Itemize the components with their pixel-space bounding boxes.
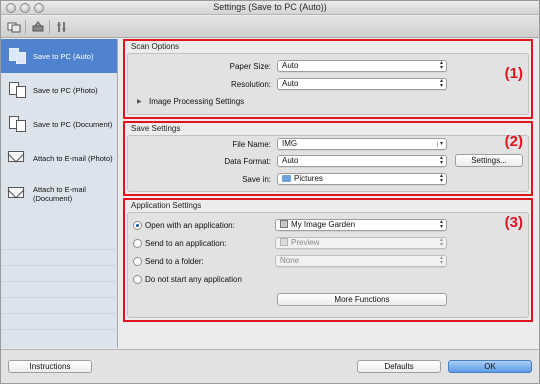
chevron-updown-icon: ▴ ▾ xyxy=(439,78,443,89)
sidebar-item-save-to-pc-auto[interactable]: Save to PC (Auto) xyxy=(1,39,117,73)
divider xyxy=(1,313,117,314)
save-in-label: Save in: xyxy=(242,175,271,184)
toolbar-separator xyxy=(49,20,50,34)
sidebar: Save to PC (Auto) Save to PC (Photo) Sav… xyxy=(1,39,118,348)
send-to-application-radio[interactable] xyxy=(133,239,142,248)
image-processing-settings-toggle[interactable]: Image Processing Settings xyxy=(149,97,244,106)
settings-window: Settings (Save to PC (Auto)) Save to PC … xyxy=(0,0,540,384)
sidebar-item-label: Save to PC (Document) xyxy=(33,119,113,129)
email-icon xyxy=(7,149,27,167)
divider xyxy=(1,281,117,282)
sidebar-item-label: Attach to E-mail (Document) xyxy=(33,185,86,203)
sidebar-item-save-to-pc-document[interactable]: Save to PC (Document) xyxy=(1,107,117,141)
save-pc-icon xyxy=(7,47,27,65)
email-icon xyxy=(7,185,27,203)
open-with-application-label[interactable]: Open with an application: xyxy=(145,221,235,230)
ok-button[interactable]: OK xyxy=(448,360,532,373)
instructions-button[interactable]: Instructions xyxy=(8,360,92,373)
section-title: Save Settings xyxy=(131,124,181,133)
save-pc-icon xyxy=(7,115,27,133)
sidebar-item-save-to-pc-photo[interactable]: Save to PC (Photo) xyxy=(1,73,117,107)
chevron-updown-icon: ▴ ▾ xyxy=(439,237,443,248)
send-to-application-select: Preview ▴ ▾ xyxy=(275,237,447,249)
disclosure-triangle-icon[interactable]: ▶ xyxy=(137,98,142,105)
preview-icon xyxy=(280,238,288,246)
application-settings-section: Application Settings Open with an applic… xyxy=(123,198,533,322)
toolbar-separator xyxy=(25,20,26,34)
general-settings-icon[interactable] xyxy=(53,19,71,35)
settings-button[interactable]: Settings... xyxy=(455,154,523,167)
more-functions-button[interactable]: More Functions xyxy=(277,293,447,306)
save-pc-icon xyxy=(7,81,27,99)
section-marker-1: (1) xyxy=(504,65,523,82)
open-with-application-radio[interactable] xyxy=(133,221,142,230)
divider xyxy=(1,329,117,330)
save-in-select[interactable]: Pictures ▴ ▾ xyxy=(277,173,447,185)
scan-from-computer-icon[interactable] xyxy=(5,19,23,35)
paper-size-label: Paper Size: xyxy=(229,62,271,71)
sidebar-item-attach-email-document[interactable]: Attach to E-mail (Document) xyxy=(1,175,117,213)
send-to-folder-label[interactable]: Send to a folder: xyxy=(145,257,204,266)
my-image-garden-icon xyxy=(280,220,288,228)
open-with-application-select[interactable]: My Image Garden ▴ ▾ xyxy=(275,219,447,231)
file-name-label: File Name: xyxy=(232,140,271,149)
window-title: Settings (Save to PC (Auto)) xyxy=(213,2,327,12)
chevron-updown-icon: ▴ ▾ xyxy=(439,155,443,166)
defaults-button[interactable]: Defaults xyxy=(357,360,441,373)
divider xyxy=(1,265,117,266)
do-not-start-application-label[interactable]: Do not start any application xyxy=(145,275,242,284)
data-format-label: Data Format: xyxy=(224,157,271,166)
sidebar-item-attach-email-photo[interactable]: Attach to E-mail (Photo) xyxy=(1,141,117,175)
scan-from-operation-panel-icon[interactable] xyxy=(29,19,47,35)
toolbar xyxy=(1,16,539,38)
file-name-combobox[interactable]: IMG ▾ xyxy=(277,138,447,150)
section-title: Scan Options xyxy=(131,42,180,51)
chevron-updown-icon: ▴ ▾ xyxy=(439,173,443,184)
chevron-updown-icon: ▴ ▾ xyxy=(439,255,443,266)
save-settings-section: Save Settings File Name: IMG ▾ Data Form… xyxy=(123,121,533,196)
paper-size-select[interactable]: Auto ▴ ▾ xyxy=(277,60,447,72)
section-marker-3: (3) xyxy=(504,214,523,231)
data-format-select[interactable]: Auto ▴ ▾ xyxy=(277,155,447,167)
chevron-updown-icon: ▴ ▾ xyxy=(439,60,443,71)
section-title: Application Settings xyxy=(131,201,202,210)
scan-options-section: Scan Options Paper Size: Auto ▴ ▾ Resolut… xyxy=(123,39,533,119)
do-not-start-application-radio[interactable] xyxy=(133,275,142,284)
chevron-updown-icon: ▴ ▾ xyxy=(439,219,443,230)
sidebar-item-label: Save to PC (Photo) xyxy=(33,85,98,95)
title-bar: Settings (Save to PC (Auto)) xyxy=(1,1,539,15)
resolution-select[interactable]: Auto ▴ ▾ xyxy=(277,78,447,90)
sidebar-item-label: Save to PC (Auto) xyxy=(33,51,94,61)
send-to-folder-radio[interactable] xyxy=(133,257,142,266)
folder-icon xyxy=(282,175,291,182)
divider xyxy=(1,297,117,298)
divider xyxy=(1,249,117,250)
section-marker-2: (2) xyxy=(504,133,523,150)
settings-panel: Scan Options Paper Size: Auto ▴ ▾ Resolut… xyxy=(119,39,538,348)
send-to-folder-select: None ▴ ▾ xyxy=(275,255,447,267)
footer-bar: Instructions Defaults OK xyxy=(1,349,539,383)
sidebar-item-label: Attach to E-mail (Photo) xyxy=(33,153,113,163)
resolution-label: Resolution: xyxy=(230,80,271,89)
send-to-application-label[interactable]: Send to an application: xyxy=(145,239,226,248)
chevron-down-icon[interactable]: ▾ xyxy=(436,141,443,147)
